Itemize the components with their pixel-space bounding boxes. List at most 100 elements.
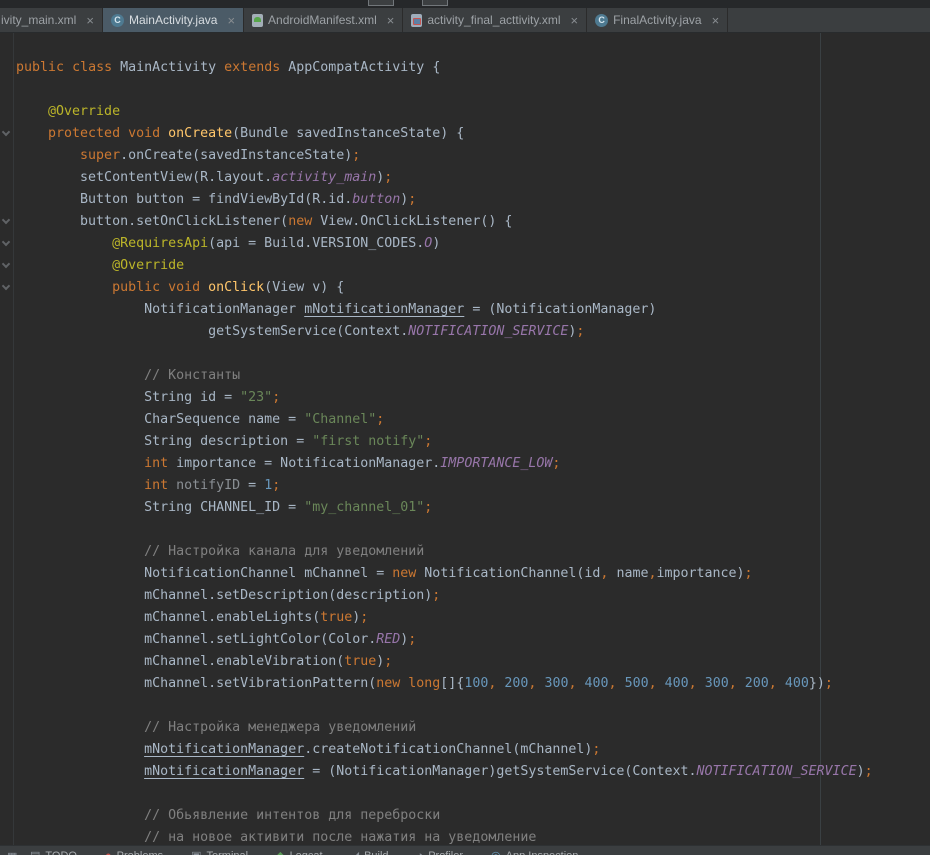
code-token: ; bbox=[360, 610, 368, 625]
code-token: // Обьявление интентов для переброски bbox=[16, 808, 440, 823]
code-line[interactable]: public class MainActivity extends AppCom… bbox=[14, 57, 930, 79]
code-line[interactable]: mNotificationManager = (NotificationMana… bbox=[14, 761, 930, 783]
code-token: ; bbox=[384, 170, 392, 185]
code-line[interactable]: setContentView(R.layout.activity_main); bbox=[14, 167, 930, 189]
toolwindow-todo[interactable]: ▤TODO bbox=[30, 850, 77, 855]
code-line[interactable]: mNotificationManager.createNotificationC… bbox=[14, 739, 930, 761]
tab-mainactivity-java[interactable]: CMainActivity.java× bbox=[103, 8, 244, 32]
code-line[interactable]: @Override bbox=[14, 255, 930, 277]
tab-ivity-main-xml[interactable]: ivity_main.xml × bbox=[0, 8, 103, 32]
code-line[interactable] bbox=[14, 343, 930, 365]
code-line[interactable]: // Настройка менеджера уведомлений bbox=[14, 717, 930, 739]
tab-close-icon[interactable]: × bbox=[86, 14, 94, 27]
code-editor[interactable]: public class MainActivity extends AppCom… bbox=[0, 33, 930, 845]
code-token: }) bbox=[809, 676, 825, 691]
tool-windows-icon[interactable]: ▦ bbox=[7, 850, 17, 855]
code-line[interactable]: mChannel.setLightColor(Color.RED); bbox=[14, 629, 930, 651]
tab-finalactivity-java[interactable]: CFinalActivity.java× bbox=[587, 8, 728, 32]
code-line[interactable] bbox=[14, 783, 930, 805]
fold-marker-icon[interactable] bbox=[2, 128, 10, 136]
code-line[interactable]: int notifyID = 1; bbox=[14, 475, 930, 497]
tab-close-icon[interactable]: × bbox=[227, 14, 235, 27]
code-token: NotificationManager bbox=[16, 302, 304, 317]
fold-marker-icon[interactable] bbox=[2, 260, 10, 268]
code-line[interactable]: // Константы bbox=[14, 365, 930, 387]
tab-bar: ivity_main.xml×CMainActivity.java×Androi… bbox=[0, 8, 930, 33]
code-area[interactable]: public class MainActivity extends AppCom… bbox=[14, 57, 930, 845]
code-token: String id = bbox=[16, 390, 240, 405]
code-token: ; bbox=[576, 324, 584, 339]
code-token: @Override bbox=[16, 258, 184, 273]
code-line[interactable]: mChannel.enableLights(true); bbox=[14, 607, 930, 629]
code-line[interactable]: button.setOnClickListener(new View.OnCli… bbox=[14, 211, 930, 233]
code-token bbox=[777, 676, 785, 691]
tab-close-icon[interactable]: × bbox=[712, 14, 720, 27]
code-line[interactable]: String CHANNEL_ID = "my_channel_01"; bbox=[14, 497, 930, 519]
toolwindow-problems[interactable]: ●Problems bbox=[105, 850, 163, 855]
toolwindow-terminal[interactable]: ▣Terminal bbox=[191, 850, 248, 855]
code-token: View.OnClickListener() { bbox=[312, 214, 512, 229]
layout-file-icon bbox=[411, 14, 422, 27]
code-token bbox=[737, 676, 745, 691]
code-token: ; bbox=[408, 192, 416, 207]
code-line[interactable]: super.onCreate(savedInstanceState); bbox=[14, 145, 930, 167]
code-line[interactable]: int importance = NotificationManager.IMP… bbox=[14, 453, 930, 475]
toolwindow-label: Logcat bbox=[290, 850, 323, 855]
fold-marker-icon[interactable] bbox=[2, 216, 10, 224]
code-line[interactable]: @Override bbox=[14, 101, 930, 123]
code-token: @RequiresApi bbox=[16, 236, 208, 251]
code-token: mChannel.setDescription(description) bbox=[16, 588, 432, 603]
code-token: mNotificationManager bbox=[144, 764, 304, 779]
code-token bbox=[697, 676, 705, 691]
tab-close-icon[interactable]: × bbox=[571, 14, 579, 27]
toolwindow-logcat[interactable]: ◆Logcat bbox=[276, 850, 323, 855]
code-line[interactable]: getSystemService(Context.NOTIFICATION_SE… bbox=[14, 321, 930, 343]
code-token: , bbox=[689, 676, 697, 691]
code-token: RED bbox=[376, 632, 400, 647]
tab-close-icon[interactable]: × bbox=[387, 14, 395, 27]
code-token: "23" bbox=[240, 390, 272, 405]
toolbar-fragment bbox=[368, 0, 394, 6]
code-token: Button button = findViewById(R.id. bbox=[16, 192, 352, 207]
toolwindow-app-inspection[interactable]: ◎App Inspection bbox=[491, 850, 578, 855]
code-line[interactable]: NotificationChannel mChannel = new Notif… bbox=[14, 563, 930, 585]
code-line[interactable]: protected void onCreate(Bundle savedInst… bbox=[14, 123, 930, 145]
code-line[interactable]: CharSequence name = "Channel"; bbox=[14, 409, 930, 431]
fold-marker-icon[interactable] bbox=[2, 238, 10, 246]
toolwindow-label: Build bbox=[364, 850, 388, 855]
code-line[interactable]: mChannel.setVibrationPattern(new long[]{… bbox=[14, 673, 930, 695]
tab-label: activity_final_acttivity.xml bbox=[427, 13, 560, 27]
code-line[interactable] bbox=[14, 519, 930, 541]
code-line[interactable] bbox=[14, 79, 930, 101]
tab-label: ivity_main.xml bbox=[1, 13, 76, 27]
code-token: (View v) { bbox=[264, 280, 344, 295]
toolwindow-profiler[interactable]: ◔Profiler bbox=[417, 850, 464, 855]
code-token: mChannel.enableLights( bbox=[16, 610, 320, 625]
fold-marker-icon[interactable] bbox=[2, 282, 10, 290]
code-line[interactable]: mChannel.setDescription(description); bbox=[14, 585, 930, 607]
code-token: 400 bbox=[785, 676, 809, 691]
code-line[interactable]: // Обьявление интентов для переброски bbox=[14, 805, 930, 827]
code-line[interactable]: String id = "23"; bbox=[14, 387, 930, 409]
code-line[interactable]: String description = "first notify"; bbox=[14, 431, 930, 453]
toolwindow-build[interactable]: ◢Build bbox=[351, 850, 389, 855]
code-line[interactable]: // Настройка канала для уведомлений bbox=[14, 541, 930, 563]
toolwindow-label: App Inspection bbox=[506, 850, 579, 855]
code-token: "my_channel_01" bbox=[304, 500, 424, 515]
code-token: ; bbox=[745, 566, 753, 581]
code-token: , bbox=[568, 676, 576, 691]
code-line[interactable]: @RequiresApi(api = Build.VERSION_CODES.O… bbox=[14, 233, 930, 255]
code-token: ; bbox=[865, 764, 873, 779]
code-line[interactable]: public void onClick(View v) { bbox=[14, 277, 930, 299]
tab-activity-final-acttivity-xml[interactable]: activity_final_acttivity.xml × bbox=[403, 8, 587, 32]
code-token: // на новое активити после нажатия на ув… bbox=[16, 830, 536, 845]
code-token: mChannel.setLightColor(Color. bbox=[16, 632, 376, 647]
tab-androidmanifest-xml[interactable]: AndroidManifest.xml× bbox=[244, 8, 403, 32]
toolwindow-label: Problems bbox=[117, 850, 163, 855]
code-line[interactable]: mChannel.enableVibration(true); bbox=[14, 651, 930, 673]
code-line[interactable]: NotificationManager mNotificationManager… bbox=[14, 299, 930, 321]
code-line[interactable]: Button button = findViewById(R.id.button… bbox=[14, 189, 930, 211]
code-token: 500 bbox=[625, 676, 649, 691]
code-line[interactable]: // на новое активити после нажатия на ув… bbox=[14, 827, 930, 845]
code-line[interactable] bbox=[14, 695, 930, 717]
